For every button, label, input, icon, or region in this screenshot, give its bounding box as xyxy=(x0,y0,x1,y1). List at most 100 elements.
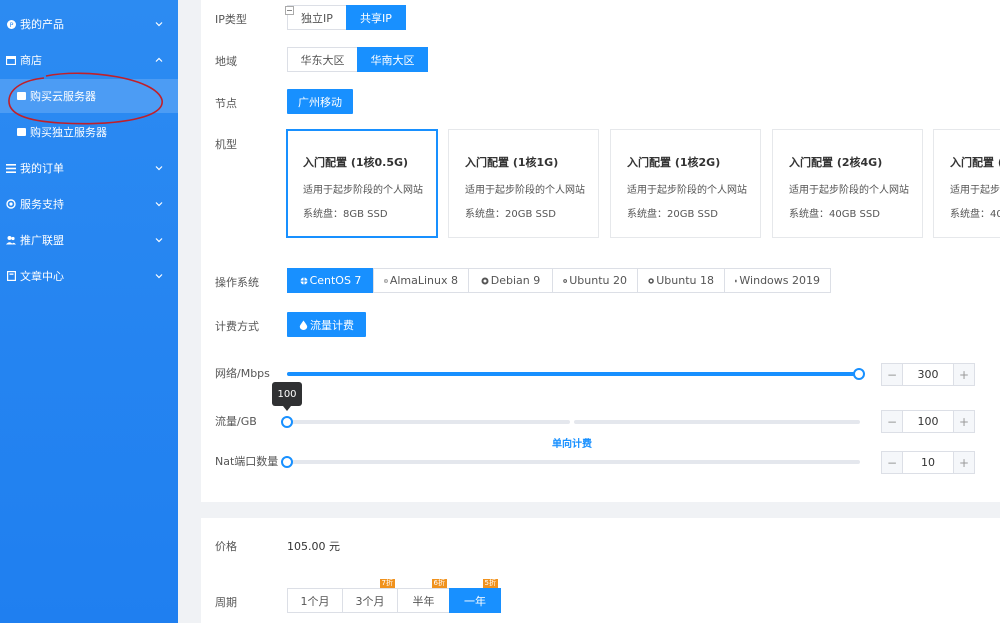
ip-type-option-shared[interactable]: 共享IP xyxy=(346,5,406,30)
ubuntu-icon xyxy=(648,277,654,284)
chevron-down-icon xyxy=(155,166,163,171)
debian-icon xyxy=(481,277,489,284)
sidebar-sub-item-label: 购买独立服务器 xyxy=(30,126,107,139)
period-selector: 1个月 3个月 7折 半年 6折 一年 5折 xyxy=(287,579,501,613)
period-option-label: 半年 xyxy=(412,594,435,608)
sidebar-item-store[interactable]: 商店 xyxy=(0,42,178,78)
chevron-up-icon xyxy=(155,57,163,62)
sidebar-item-label: 我的产品 xyxy=(20,18,64,31)
ip-type-label: IP类型 xyxy=(215,13,247,26)
period-option-label: 3个月 xyxy=(355,594,385,608)
traffic-value-input[interactable]: 100 xyxy=(903,411,953,432)
os-option-label: Ubuntu 18 xyxy=(656,274,714,287)
network-slider-handle[interactable] xyxy=(853,368,865,380)
model-card[interactable]: 入门配置 (1核2G) 适用于起步阶段的个人网站 系统盘：20GB SSD xyxy=(610,129,761,238)
chevron-down-icon xyxy=(155,22,163,27)
network-value-input[interactable]: 300 xyxy=(903,364,953,385)
period-option-1-year[interactable]: 一年 5折 xyxy=(449,579,501,613)
sidebar-item-support[interactable]: 服务支持 xyxy=(0,186,178,222)
node-label: 节点 xyxy=(215,97,237,110)
model-card-desc: 适用于起步阶段的个人网站 xyxy=(303,185,423,196)
price-label: 价格 xyxy=(215,540,237,553)
sidebar-sub-item-buy-cloud-server[interactable]: 购买云服务器 xyxy=(0,79,178,113)
period-option-3-months[interactable]: 3个月 7折 xyxy=(342,579,398,613)
discount-badge: 5折 xyxy=(482,579,498,588)
info-icon xyxy=(285,6,294,15)
sidebar-item-my-orders[interactable]: 我的订单 xyxy=(0,150,178,186)
nat-slider-handle[interactable] xyxy=(281,456,293,468)
sidebar-item-my-products[interactable]: P 我的产品 xyxy=(0,6,178,42)
nat-value-input[interactable]: 10 xyxy=(903,452,953,473)
nat-decrement-button[interactable]: − xyxy=(882,452,903,473)
centos-icon xyxy=(300,277,308,284)
almalinux-icon xyxy=(384,278,388,283)
region-option-east[interactable]: 华东大区 xyxy=(287,47,358,72)
traffic-decrement-button[interactable]: − xyxy=(882,411,903,432)
traffic-billing-note: 单向计费 xyxy=(552,439,592,450)
os-option-label: AlmaLinux 8 xyxy=(389,274,458,287)
network-increment-button[interactable]: + xyxy=(953,364,974,385)
traffic-slider-track-segment[interactable] xyxy=(574,420,860,424)
os-option-windows2019[interactable]: Windows 2019 xyxy=(724,268,831,293)
network-label: 网络/Mbps xyxy=(215,367,270,380)
traffic-slider-tooltip: 100 xyxy=(272,382,302,411)
period-option-1-month[interactable]: 1个月 xyxy=(287,588,343,613)
os-option-label: CentOS 7 xyxy=(309,274,362,287)
chevron-down-icon xyxy=(155,238,163,243)
model-card-desc: 适用于起步阶段的个人网站 xyxy=(465,185,585,196)
period-label: 周期 xyxy=(215,596,237,609)
os-option-ubuntu18[interactable]: Ubuntu 18 xyxy=(637,268,725,293)
drop-icon xyxy=(299,320,308,330)
model-card-title: 入门配置 ( xyxy=(950,156,1000,169)
svg-text:P: P xyxy=(9,21,13,28)
period-option-half-year[interactable]: 半年 6折 xyxy=(397,579,450,613)
os-label: 操作系统 xyxy=(215,276,259,289)
product-icon: P xyxy=(6,19,16,29)
model-card-disk: 系统盘：8GB SSD xyxy=(303,209,388,220)
traffic-increment-button[interactable]: + xyxy=(953,411,974,432)
period-option-label: 一年 xyxy=(464,594,486,608)
model-card[interactable]: 入门配置 (1核1G) 适用于起步阶段的个人网站 系统盘：20GB SSD xyxy=(448,129,599,238)
model-card-title: 入门配置 (1核2G) xyxy=(627,156,721,169)
ip-type-option-dedicated[interactable]: 独立IP xyxy=(287,5,347,30)
billing-option-label: 流量计费 xyxy=(310,318,354,332)
os-option-centos7[interactable]: CentOS 7 xyxy=(287,268,374,293)
network-slider-fill xyxy=(287,372,860,376)
os-option-debian9[interactable]: Debian 9 xyxy=(468,268,553,293)
model-card-disk: 系统盘：20GB SSD xyxy=(627,209,718,220)
sidebar-item-label: 服务支持 xyxy=(20,198,64,211)
node-option-guangzhou-mobile[interactable]: 广州移动 xyxy=(287,89,353,114)
model-card[interactable]: 入门配置 ( 适用于起步阶 系统盘：40( xyxy=(933,129,1000,238)
os-option-label: Windows 2019 xyxy=(739,274,820,287)
discount-badge: 6折 xyxy=(431,579,447,588)
traffic-slider-track[interactable] xyxy=(287,420,570,424)
traffic-slider-handle[interactable] xyxy=(281,416,293,428)
people-icon xyxy=(6,235,16,245)
sidebar-item-articles[interactable]: 文章中心 xyxy=(0,258,178,294)
server-icon xyxy=(17,128,26,136)
sidebar: P 我的产品 商店 购买云服务器 购买独立服务器 我的订单 服务支持 推广联盟 … xyxy=(0,0,178,623)
sidebar-item-affiliate[interactable]: 推广联盟 xyxy=(0,222,178,258)
os-option-ubuntu20[interactable]: Ubuntu 20 xyxy=(552,268,638,293)
model-card[interactable]: 入门配置 (2核4G) 适用于起步阶段的个人网站 系统盘：40GB SSD xyxy=(772,129,923,238)
server-icon xyxy=(17,92,26,100)
model-card-disk: 系统盘：20GB SSD xyxy=(465,209,556,220)
sidebar-sub-item-buy-dedicated-server[interactable]: 购买独立服务器 xyxy=(0,115,178,149)
nat-label: Nat端口数量 xyxy=(215,455,279,468)
store-icon xyxy=(6,55,16,65)
ip-type-selector: 独立IP 共享IP xyxy=(287,5,406,30)
region-selector: 华东大区 华南大区 xyxy=(287,47,428,72)
os-selector: CentOS 7 AlmaLinux 8 Debian 9 Ubuntu 20 … xyxy=(287,268,831,293)
model-card-desc: 适用于起步阶 xyxy=(950,185,1000,196)
model-label: 机型 xyxy=(215,138,237,151)
nat-slider-track[interactable] xyxy=(287,460,860,464)
sidebar-sub-item-label: 购买云服务器 xyxy=(30,90,96,103)
model-card[interactable]: 入门配置 (1核0.5G) 适用于起步阶段的个人网站 系统盘：8GB SSD xyxy=(286,129,438,238)
nat-increment-button[interactable]: + xyxy=(953,452,974,473)
region-option-south[interactable]: 华南大区 xyxy=(357,47,428,72)
model-card-title: 入门配置 (2核4G) xyxy=(789,156,883,169)
os-option-almalinux8[interactable]: AlmaLinux 8 xyxy=(373,268,469,293)
windows-icon xyxy=(735,279,738,282)
billing-option-traffic[interactable]: 流量计费 xyxy=(287,312,366,337)
network-decrement-button[interactable]: − xyxy=(882,364,903,385)
